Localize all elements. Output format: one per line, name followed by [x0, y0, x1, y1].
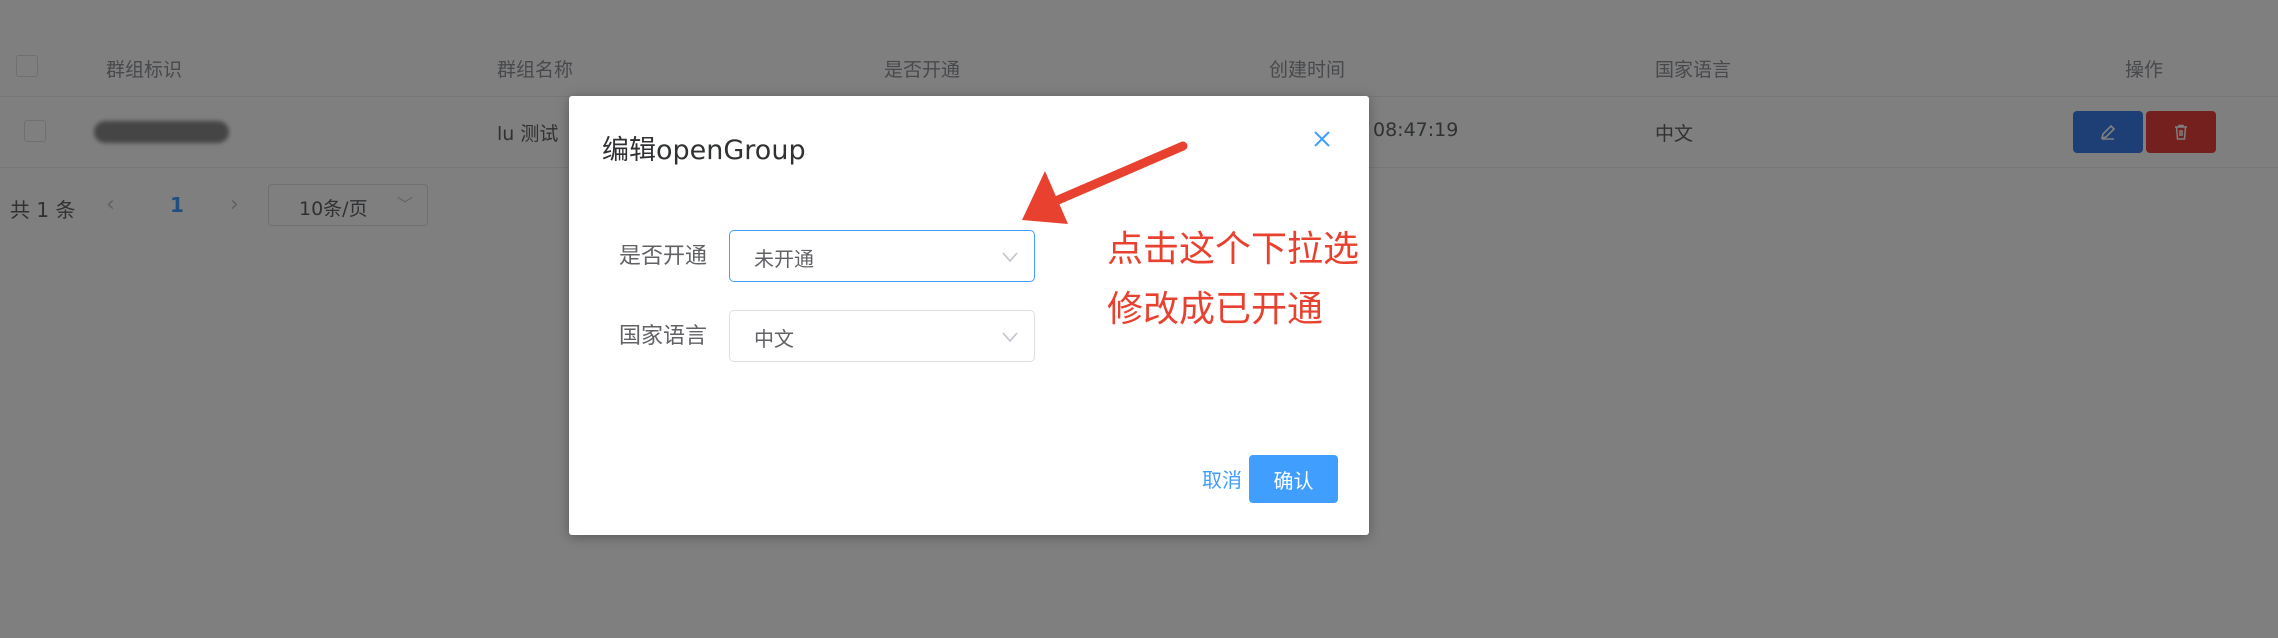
opened-select-value: 未开通 — [754, 247, 814, 271]
confirm-button[interactable]: 确认 — [1249, 455, 1338, 503]
chevron-down-icon — [1002, 252, 1018, 263]
page: 群组标识 群组名称 是否开通 创建时间 国家语言 操作 lu 测试 08:47:… — [0, 0, 2278, 638]
language-select-value: 中文 — [754, 327, 794, 351]
annotation-text-line2: 修改成已开通 — [1107, 289, 1324, 330]
language-select[interactable]: 中文 — [729, 310, 1035, 362]
cancel-button[interactable]: 取消 — [1202, 464, 1242, 493]
field-label-opened: 是否开通 — [619, 244, 708, 269]
opened-select[interactable]: 未开通 — [729, 230, 1035, 282]
chevron-down-icon — [1002, 332, 1018, 343]
dialog-title: 编辑openGroup — [602, 135, 806, 166]
annotation-text-line1: 点击这个下拉选 — [1107, 229, 1360, 270]
close-icon[interactable] — [1309, 126, 1335, 152]
field-label-language: 国家语言 — [619, 324, 708, 349]
